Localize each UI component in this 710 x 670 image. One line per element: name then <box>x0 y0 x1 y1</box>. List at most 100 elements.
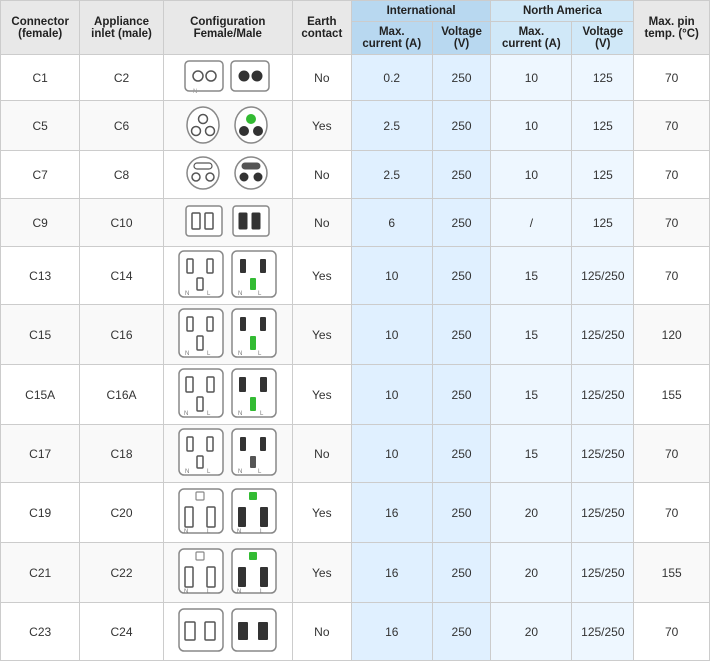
cell-intl-voltage: 250 <box>432 483 491 543</box>
cell-intl-max: 16 <box>351 543 432 603</box>
cell-intl-voltage: 250 <box>432 199 491 247</box>
svg-text:N: N <box>185 291 189 297</box>
cell-earth: Yes <box>292 101 351 151</box>
cell-maxpin: 70 <box>634 199 710 247</box>
cell-connector: C5 <box>1 101 80 151</box>
cell-earth: No <box>292 151 351 199</box>
header-connector: Connector(female) <box>1 1 80 55</box>
table-row: C23 C24 No 16 250 20 125/250 70 <box>1 603 710 661</box>
cell-maxpin: 70 <box>634 247 710 305</box>
cell-intl-voltage: 250 <box>432 101 491 151</box>
cell-maxpin: 70 <box>634 151 710 199</box>
cell-intl-max: 10 <box>351 425 432 483</box>
table-row: C15A C16A N L N L Yes 10 250 15 125/250 … <box>1 365 710 425</box>
cell-intl-max: 0.2 <box>351 55 432 101</box>
header-appliance: Applianceinlet (male) <box>80 1 163 55</box>
cell-earth: Yes <box>292 247 351 305</box>
cell-intl-max: 16 <box>351 483 432 543</box>
cell-config: N L N L <box>163 483 292 543</box>
svg-text:N: N <box>184 529 188 535</box>
cell-appliance: C14 <box>80 247 163 305</box>
cell-na-voltage: 125/250 <box>572 365 634 425</box>
cell-na-voltage: 125 <box>572 151 634 199</box>
cell-config: N L N L <box>163 365 292 425</box>
svg-text:N: N <box>238 291 242 297</box>
svg-text:N: N <box>185 469 189 475</box>
cell-appliance: C22 <box>80 543 163 603</box>
cell-intl-max: 2.5 <box>351 101 432 151</box>
cell-config: N L N L <box>163 247 292 305</box>
cell-connector: C13 <box>1 247 80 305</box>
header-earth: Earthcontact <box>292 1 351 55</box>
cell-earth: No <box>292 425 351 483</box>
cell-connector: C7 <box>1 151 80 199</box>
svg-text:N: N <box>184 411 188 417</box>
cell-appliance: C10 <box>80 199 163 247</box>
cell-earth: Yes <box>292 305 351 365</box>
cell-appliance: C16A <box>80 365 163 425</box>
cell-na-voltage: 125 <box>572 55 634 101</box>
cell-maxpin: 70 <box>634 101 710 151</box>
cell-config <box>163 603 292 661</box>
header-international: International <box>351 1 491 22</box>
cell-maxpin: 70 <box>634 55 710 101</box>
cell-config <box>163 199 292 247</box>
cell-maxpin: 70 <box>634 425 710 483</box>
cell-intl-voltage: 250 <box>432 305 491 365</box>
cell-earth: No <box>292 55 351 101</box>
header-na-voltage: Voltage(V) <box>572 22 634 55</box>
cell-earth: No <box>292 199 351 247</box>
header-intl-voltage: Voltage(V) <box>432 22 491 55</box>
cell-appliance: C6 <box>80 101 163 151</box>
cell-appliance: C8 <box>80 151 163 199</box>
cell-earth: Yes <box>292 483 351 543</box>
header-north-america: North America <box>491 1 634 22</box>
cell-intl-voltage: 250 <box>432 603 491 661</box>
svg-text:N: N <box>184 589 188 595</box>
cell-earth: Yes <box>292 543 351 603</box>
cell-intl-max: 10 <box>351 247 432 305</box>
cell-intl-max: 6 <box>351 199 432 247</box>
cell-connector: C19 <box>1 483 80 543</box>
cell-na-max: 15 <box>491 247 572 305</box>
cell-na-max: 20 <box>491 603 572 661</box>
cell-intl-voltage: 250 <box>432 55 491 101</box>
svg-text:N: N <box>237 589 241 595</box>
header-maxpin: Max. pintemp. (°C) <box>634 1 710 55</box>
table-row: C21 C22 N L N L Yes 16 250 20 125/250 15… <box>1 543 710 603</box>
cell-config <box>163 101 292 151</box>
cell-na-max: 10 <box>491 55 572 101</box>
cell-na-voltage: 125 <box>572 199 634 247</box>
cell-na-max: 15 <box>491 365 572 425</box>
table-row: C19 C20 N L N L Yes 16 250 20 125/250 70 <box>1 483 710 543</box>
cell-maxpin: 70 <box>634 603 710 661</box>
cell-maxpin: 70 <box>634 483 710 543</box>
cell-maxpin: 155 <box>634 543 710 603</box>
cell-intl-voltage: 250 <box>432 543 491 603</box>
cell-na-voltage: 125/250 <box>572 305 634 365</box>
cell-config <box>163 151 292 199</box>
cell-intl-voltage: 250 <box>432 151 491 199</box>
table-row: C1 C2 N No 0.2 250 10 125 70 <box>1 55 710 101</box>
cell-intl-max: 10 <box>351 365 432 425</box>
cell-intl-voltage: 250 <box>432 247 491 305</box>
cell-na-voltage: 125/250 <box>572 603 634 661</box>
cell-na-voltage: 125/250 <box>572 425 634 483</box>
cell-config: N L N L <box>163 425 292 483</box>
cell-appliance: C20 <box>80 483 163 543</box>
cell-intl-max: 2.5 <box>351 151 432 199</box>
cell-na-voltage: 125/250 <box>572 247 634 305</box>
cell-earth: Yes <box>292 365 351 425</box>
table-row: C5 C6 Yes 2.5 250 10 125 70 <box>1 101 710 151</box>
cell-na-max: 10 <box>491 101 572 151</box>
header-intl-max: Max.current (A) <box>351 22 432 55</box>
cell-intl-voltage: 250 <box>432 425 491 483</box>
cell-connector: C15A <box>1 365 80 425</box>
cell-connector: C23 <box>1 603 80 661</box>
cell-appliance: C24 <box>80 603 163 661</box>
table-row: C9 C10 No 6 250 / 125 70 <box>1 199 710 247</box>
cell-config: N <box>163 55 292 101</box>
svg-text:N: N <box>185 351 189 357</box>
header-na-max: Max.current (A) <box>491 22 572 55</box>
cell-na-voltage: 125/250 <box>572 483 634 543</box>
